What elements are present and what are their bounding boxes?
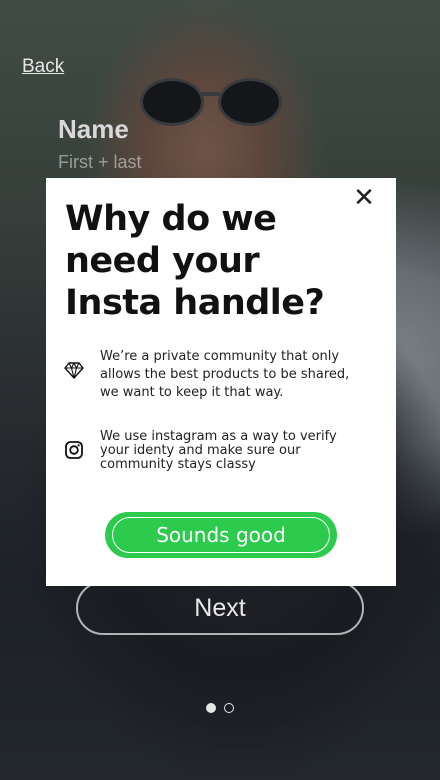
sounds-good-button[interactable]: Sounds good bbox=[105, 512, 337, 558]
info-item-text: We use instagram as a way to verify your… bbox=[100, 429, 337, 472]
screen: Back Name First + last Next ✕ Why do we … bbox=[0, 0, 440, 780]
close-icon[interactable]: ✕ bbox=[352, 185, 376, 211]
next-button[interactable]: Next bbox=[76, 581, 364, 635]
modal-title: Why do we need your Insta handle? bbox=[65, 199, 325, 323]
page-dot-active bbox=[206, 703, 216, 713]
name-label: Name bbox=[58, 114, 129, 144]
back-link[interactable]: Back bbox=[22, 56, 64, 78]
info-item-private-community: We’re a private community that only allo… bbox=[64, 348, 350, 402]
info-item-verify-identity: We use instagram as a way to verify your… bbox=[64, 430, 350, 472]
page-indicator bbox=[0, 703, 440, 713]
photo-sunglasses bbox=[140, 78, 290, 128]
page-dot-inactive bbox=[224, 703, 234, 713]
sounds-good-label: Sounds good bbox=[156, 523, 286, 547]
info-item-text: We’re a private community that only allo… bbox=[100, 349, 350, 400]
instagram-icon bbox=[65, 441, 83, 459]
name-input-placeholder[interactable]: First + last bbox=[58, 152, 142, 173]
diamond-icon bbox=[64, 362, 84, 379]
info-modal: ✕ Why do we need your Insta handle? We’r… bbox=[46, 178, 396, 586]
next-button-label: Next bbox=[194, 593, 246, 622]
